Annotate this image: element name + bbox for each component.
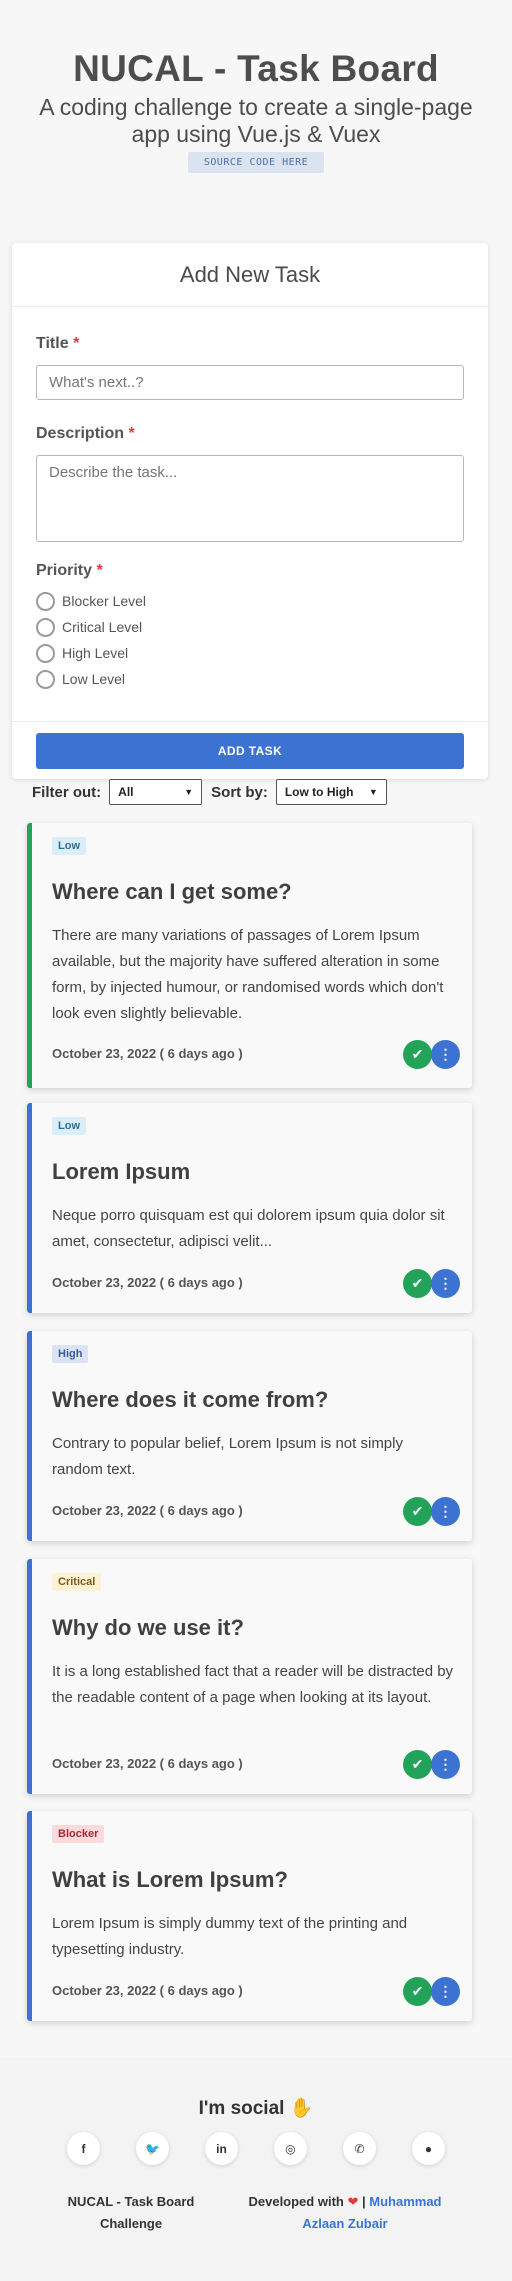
priority-option-high[interactable]: High Level — [36, 640, 464, 666]
priority-badge: Critical — [52, 1573, 102, 1591]
heart-icon: ❤ — [347, 2194, 359, 2209]
twitter-icon[interactable]: 🐦 — [136, 2132, 169, 2165]
task-description: Lorem Ipsum is simply dummy text of the … — [52, 1915, 408, 1958]
description-label: Description * — [36, 425, 135, 442]
title-label: Title * — [36, 335, 80, 352]
task-title: What is Lorem Ipsum? — [52, 1867, 288, 1892]
form-heading: Add New Task — [12, 243, 488, 307]
task-menu-button[interactable]: ⋮ — [431, 1750, 460, 1779]
task-description: There are many variations of passages of… — [52, 927, 444, 1022]
task-card: High Where does it come from? Contrary t… — [27, 1331, 472, 1541]
priority-badge: Blocker — [52, 1825, 105, 1843]
chevron-down-icon: ▼ — [184, 787, 194, 797]
priority-badge: Low — [52, 837, 86, 855]
linkedin-icon[interactable]: in — [205, 2132, 238, 2165]
description-input[interactable] — [36, 455, 464, 542]
chevron-down-icon: ▼ — [368, 787, 378, 797]
more-vertical-icon: ⋮ — [438, 1756, 453, 1772]
task-date: October 23, 2022 ( 6 days ago ) — [52, 1275, 243, 1290]
footer-heading: I'm social ✋ — [198, 2098, 314, 2119]
priority-badge: Low — [52, 1117, 86, 1135]
github-icon[interactable]: ● — [412, 2132, 445, 2165]
task-menu-button[interactable]: ⋮ — [431, 1497, 460, 1526]
task-menu-button[interactable]: ⋮ — [431, 1269, 460, 1298]
task-menu-button[interactable]: ⋮ — [431, 1977, 460, 2006]
check-icon: ✔ — [411, 1046, 424, 1062]
facebook-icon[interactable]: f — [67, 2132, 100, 2165]
filter-sort-bar: Filter out: All ▼ Sort by: Low to High ▼ — [32, 778, 387, 806]
more-vertical-icon: ⋮ — [438, 1503, 453, 1519]
complete-task-button[interactable]: ✔ — [403, 1497, 432, 1526]
task-description: It is a long established fact that a rea… — [52, 1663, 454, 1706]
add-task-form: Add New Task Title * Description * Prior… — [12, 243, 488, 779]
radio-button[interactable] — [36, 669, 55, 689]
required-mark: * — [128, 425, 135, 442]
sort-label: Sort by: — [211, 783, 268, 801]
task-date: October 23, 2022 ( 6 days ago ) — [52, 1983, 243, 1998]
social-links: f 🐦 in ◎ ✆ ● — [0, 2132, 512, 2165]
required-mark: * — [73, 335, 80, 352]
check-icon: ✔ — [411, 1983, 424, 1999]
page-footer: I'm social ✋ f 🐦 in ◎ ✆ ● NUCAL - Task B… — [0, 2058, 512, 2281]
more-vertical-icon: ⋮ — [438, 1983, 453, 1999]
task-date: October 23, 2022 ( 6 days ago ) — [52, 1503, 243, 1518]
priority-badge: High — [52, 1345, 89, 1363]
more-vertical-icon: ⋮ — [438, 1275, 453, 1291]
sort-select[interactable]: Low to High ▼ — [275, 779, 387, 805]
page-title: NUCAL - Task Board — [73, 48, 439, 89]
footer-project-name: NUCAL - Task Board Challenge — [67, 2194, 195, 2231]
form-footer: ADD TASK — [12, 721, 488, 779]
add-task-button[interactable]: ADD TASK — [36, 733, 464, 769]
task-card: Low Lorem Ipsum Neque porro quisquam est… — [27, 1103, 472, 1313]
required-mark: * — [96, 562, 103, 579]
title-input[interactable] — [36, 365, 464, 400]
priority-option-blocker[interactable]: Blocker Level — [36, 588, 464, 614]
complete-task-button[interactable]: ✔ — [403, 1040, 432, 1069]
source-code-button[interactable]: SOURCE CODE HERE — [187, 152, 325, 173]
task-card: Blocker What is Lorem Ipsum? Lorem Ipsum… — [27, 1811, 472, 2021]
task-title: Lorem Ipsum — [52, 1159, 191, 1184]
task-title: Why do we use it? — [52, 1615, 244, 1640]
radio-button[interactable] — [36, 643, 55, 663]
task-title: Where does it come from? — [52, 1387, 329, 1412]
more-vertical-icon: ⋮ — [438, 1046, 453, 1062]
task-menu-button[interactable]: ⋮ — [431, 1040, 460, 1069]
check-icon: ✔ — [411, 1756, 424, 1772]
priority-label: Priority * — [36, 562, 103, 579]
priority-radio-group: Blocker Level Critical Level High Level … — [36, 588, 464, 692]
page-subtitle: A coding challenge to create a single-pa… — [39, 94, 473, 147]
complete-task-button[interactable]: ✔ — [403, 1977, 432, 2006]
filter-label: Filter out: — [32, 783, 102, 801]
page-header: NUCAL - Task Board A coding challenge to… — [0, 0, 512, 173]
whatsapp-icon[interactable]: ✆ — [343, 2132, 376, 2165]
task-description: Contrary to popular belief, Lorem Ipsum … — [52, 1435, 403, 1478]
radio-button[interactable] — [36, 591, 55, 611]
filter-select[interactable]: All ▼ — [109, 779, 203, 805]
task-date: October 23, 2022 ( 6 days ago ) — [52, 1046, 243, 1061]
task-card: Low Where can I get some? There are many… — [27, 823, 472, 1088]
task-title: Where can I get some? — [52, 879, 292, 904]
footer-credit: Developed with ❤ | Muhammad Azlaan Zubai… — [248, 2194, 442, 2231]
task-date: October 23, 2022 ( 6 days ago ) — [52, 1756, 243, 1771]
task-card: Critical Why do we use it? It is a long … — [27, 1559, 472, 1794]
radio-button[interactable] — [36, 617, 55, 637]
instagram-icon[interactable]: ◎ — [274, 2132, 307, 2165]
priority-option-low[interactable]: Low Level — [36, 666, 464, 692]
task-description: Neque porro quisquam est qui dolorem ips… — [52, 1207, 445, 1250]
check-icon: ✔ — [411, 1275, 424, 1291]
check-icon: ✔ — [411, 1503, 424, 1519]
priority-option-critical[interactable]: Critical Level — [36, 614, 464, 640]
wave-icon: ✋ — [289, 2098, 314, 2119]
complete-task-button[interactable]: ✔ — [403, 1750, 432, 1779]
complete-task-button[interactable]: ✔ — [403, 1269, 432, 1298]
